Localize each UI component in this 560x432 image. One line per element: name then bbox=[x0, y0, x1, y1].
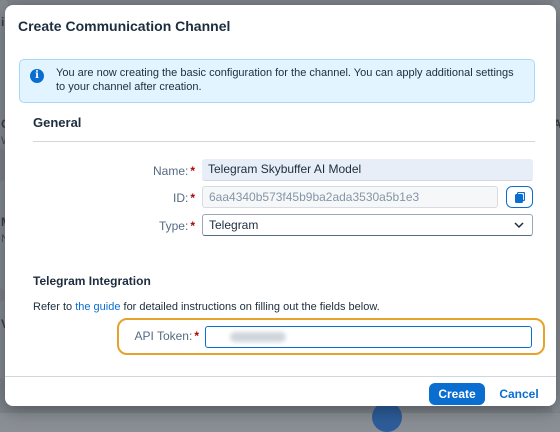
api-token-input[interactable] bbox=[205, 326, 532, 348]
background-avatar bbox=[372, 402, 402, 432]
info-icon: i bbox=[30, 69, 44, 83]
id-label: ID: * bbox=[45, 191, 195, 205]
info-message-text: You are now creating the basic configura… bbox=[56, 67, 514, 93]
create-channel-dialog: Create Communication Channel i You are n… bbox=[5, 5, 556, 406]
type-label: Type: * bbox=[45, 219, 195, 233]
type-select-value: Telegram bbox=[209, 218, 259, 232]
background-text: i bbox=[1, 15, 5, 29]
id-input[interactable]: 6aa4340b573f45b9ba2ada3530a5b1e3 bbox=[202, 186, 498, 208]
required-marker: * bbox=[190, 191, 195, 205]
copy-icon bbox=[515, 192, 525, 203]
name-label-text: Name: bbox=[152, 164, 189, 178]
type-label-text: Type: bbox=[158, 219, 189, 233]
name-label: Name: * bbox=[45, 164, 195, 178]
dialog-title: Create Communication Channel bbox=[18, 18, 231, 34]
api-token-blurred-value bbox=[230, 332, 286, 342]
cancel-button[interactable]: Cancel bbox=[494, 383, 544, 405]
refer-guide-text: Refer to the guide for detailed instruct… bbox=[33, 301, 380, 313]
required-marker: * bbox=[190, 164, 195, 178]
refer-suffix: for detailed instructions on filling out… bbox=[120, 301, 380, 313]
api-token-label-text: API Token: bbox=[134, 329, 193, 343]
copy-id-button[interactable] bbox=[506, 186, 533, 208]
required-marker: * bbox=[190, 219, 195, 233]
name-input[interactable]: Telegram Skybuffer AI Model bbox=[202, 159, 533, 181]
info-message-strip: i You are now creating the basic configu… bbox=[19, 59, 535, 103]
create-button[interactable]: Create bbox=[429, 383, 485, 405]
section-title-general: General bbox=[33, 115, 82, 130]
type-select[interactable]: Telegram bbox=[202, 214, 533, 236]
api-token-label: API Token: * bbox=[103, 329, 200, 343]
guide-link[interactable]: the guide bbox=[75, 301, 120, 313]
chevron-down-icon bbox=[514, 222, 524, 229]
required-marker: * bbox=[194, 329, 199, 343]
refer-prefix: Refer to bbox=[33, 301, 76, 313]
id-label-text: ID: bbox=[172, 191, 189, 205]
telegram-integration-title: Telegram Integration bbox=[33, 274, 151, 288]
section-divider bbox=[33, 141, 535, 142]
footer-divider bbox=[5, 376, 556, 377]
